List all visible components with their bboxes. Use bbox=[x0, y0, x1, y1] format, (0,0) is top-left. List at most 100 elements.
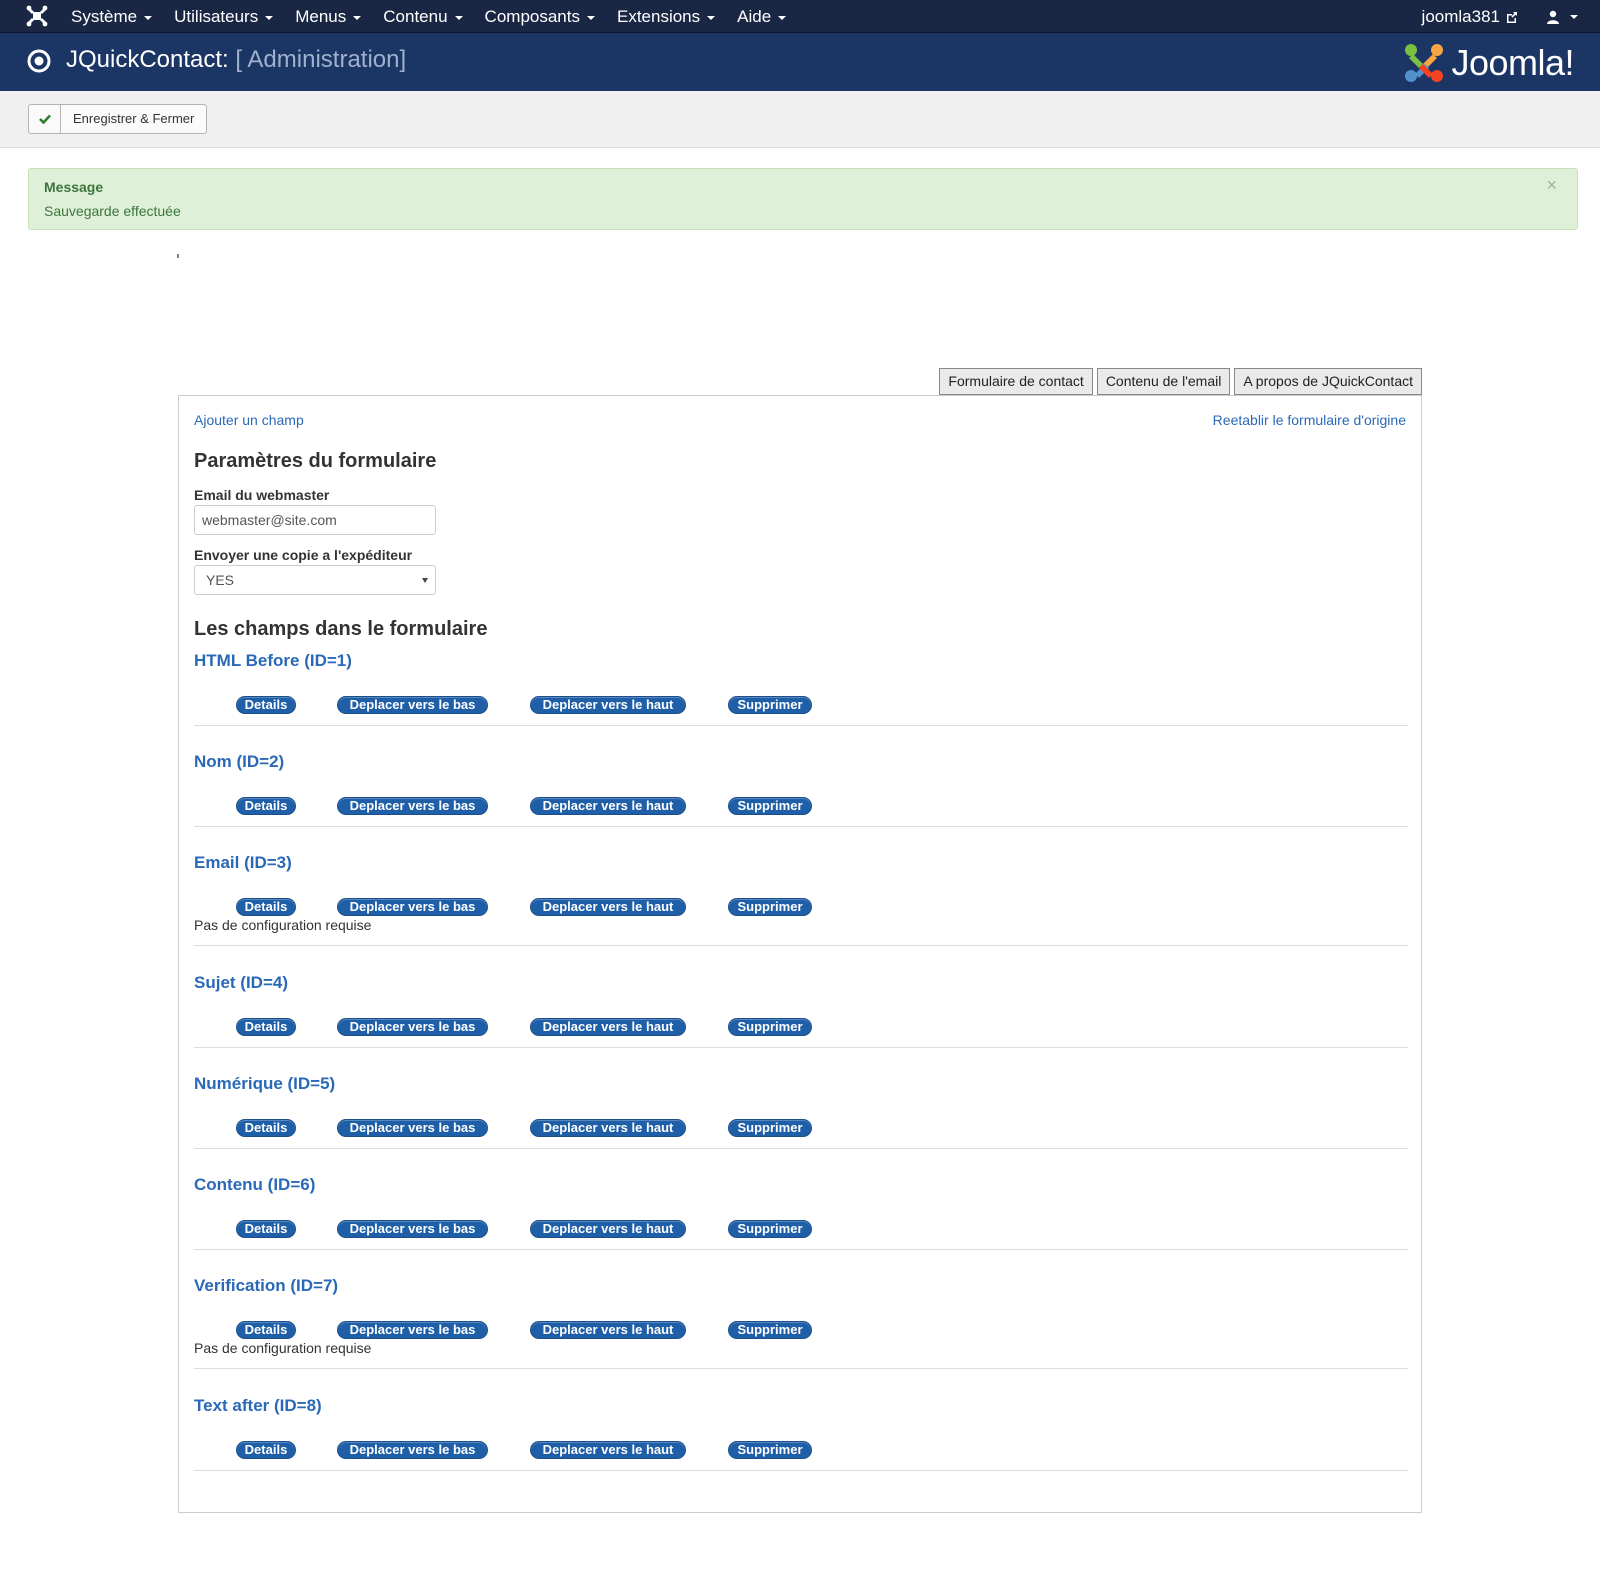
chevron-down-icon bbox=[586, 15, 595, 20]
nav-aide-label: Aide bbox=[737, 7, 772, 26]
save-close-button[interactable]: Enregistrer & Fermer bbox=[28, 104, 208, 134]
chevron-down-icon bbox=[422, 578, 428, 583]
move-down-button[interactable]: Deplacer vers le bas bbox=[337, 797, 488, 815]
nav-utilisateurs[interactable]: Utilisateurs bbox=[163, 0, 284, 33]
navbar-right: joomla381 bbox=[1422, 0, 1578, 33]
joomla-logo: Joomla! bbox=[1403, 41, 1574, 85]
delete-button[interactable]: Supprimer bbox=[728, 1321, 812, 1339]
site-name: joomla381 bbox=[1421, 6, 1500, 26]
field-title[interactable]: Verification (ID=7) bbox=[194, 1276, 338, 1296]
field-note: Pas de configuration requise bbox=[194, 917, 372, 933]
joomla-logo-icon bbox=[1405, 44, 1444, 82]
nav-menus-label: Menus bbox=[295, 7, 347, 26]
site-link[interactable]: joomla381 bbox=[1422, 7, 1518, 27]
delete-button[interactable]: Supprimer bbox=[728, 1441, 812, 1459]
success-message: Message Sauvegarde effectuée × bbox=[28, 168, 1578, 230]
delete-button[interactable]: Supprimer bbox=[728, 1018, 812, 1036]
nav-contenu-label: Contenu bbox=[383, 7, 448, 26]
field-divider bbox=[194, 826, 1408, 827]
nav-aide[interactable]: Aide bbox=[726, 0, 797, 33]
field-title[interactable]: Email (ID=3) bbox=[194, 853, 292, 873]
send-copy-select[interactable]: YES bbox=[194, 565, 436, 595]
field-title[interactable]: Text after (ID=8) bbox=[194, 1396, 322, 1416]
field-divider bbox=[194, 1470, 1408, 1471]
chevron-down-icon bbox=[265, 15, 274, 20]
move-up-button[interactable]: Deplacer vers le haut bbox=[530, 898, 686, 916]
move-down-button[interactable]: Deplacer vers le bas bbox=[337, 1441, 488, 1459]
details-button[interactable]: Details bbox=[236, 1321, 296, 1339]
details-button[interactable]: Details bbox=[236, 1119, 296, 1137]
nav-extensions[interactable]: Extensions bbox=[606, 0, 726, 33]
external-link-icon bbox=[1507, 11, 1517, 23]
form-params-heading: Paramètres du formulaire bbox=[194, 450, 437, 472]
field-note: Pas de configuration requise bbox=[194, 1340, 372, 1356]
nav-menus[interactable]: Menus bbox=[284, 0, 372, 33]
details-button[interactable]: Details bbox=[236, 1441, 296, 1459]
details-button[interactable]: Details bbox=[236, 1220, 296, 1238]
move-down-button[interactable]: Deplacer vers le bas bbox=[337, 1018, 488, 1036]
chevron-down-icon bbox=[353, 15, 362, 20]
move-down-button[interactable]: Deplacer vers le bas bbox=[337, 898, 488, 916]
field-title[interactable]: Sujet (ID=4) bbox=[194, 973, 288, 993]
top-navbar: Système Utilisateurs Menus Contenu Composant… bbox=[0, 0, 1600, 33]
details-button[interactable]: Details bbox=[236, 797, 296, 815]
nav-contenu[interactable]: Contenu bbox=[372, 0, 473, 33]
nav-composants[interactable]: Composants bbox=[474, 0, 606, 33]
add-field-link[interactable]: Ajouter un champ bbox=[194, 412, 304, 428]
chevron-down-icon bbox=[1570, 14, 1578, 19]
move-up-button[interactable]: Deplacer vers le haut bbox=[530, 1018, 686, 1036]
main-menu: Système Utilisateurs Menus Contenu Composant… bbox=[60, 0, 797, 33]
nav-systeme-label: Système bbox=[71, 7, 138, 26]
move-down-button[interactable]: Deplacer vers le bas bbox=[337, 1119, 488, 1137]
save-close-label: Enregistrer & Fermer bbox=[73, 111, 195, 126]
move-up-button[interactable]: Deplacer vers le haut bbox=[530, 1220, 686, 1238]
joomla-wordmark: Joomla! bbox=[1451, 42, 1574, 83]
tab-contenu-email[interactable]: Contenu de l'email bbox=[1096, 368, 1231, 395]
move-down-button[interactable]: Deplacer vers le bas bbox=[337, 1220, 488, 1238]
nav-extensions-label: Extensions bbox=[616, 7, 701, 26]
webmaster-email-label: Email du webmaster bbox=[194, 487, 330, 503]
user-menu[interactable] bbox=[1546, 10, 1578, 24]
field-divider bbox=[194, 725, 1408, 726]
chevron-down-icon bbox=[707, 15, 716, 20]
page-title-main: JQuickContact: bbox=[66, 46, 229, 73]
delete-button[interactable]: Supprimer bbox=[728, 797, 812, 815]
joomla-menu-icon[interactable] bbox=[26, 5, 48, 27]
delete-button[interactable]: Supprimer bbox=[728, 1119, 812, 1137]
field-title[interactable]: HTML Before (ID=1) bbox=[194, 651, 352, 671]
move-up-button[interactable]: Deplacer vers le haut bbox=[530, 797, 686, 815]
field-divider bbox=[194, 945, 1408, 946]
nav-composants-label: Composants bbox=[484, 7, 580, 26]
form-panel: Ajouter un champ Reetablir le formulaire… bbox=[178, 395, 1422, 1513]
move-down-button[interactable]: Deplacer vers le bas bbox=[337, 1321, 488, 1339]
field-divider bbox=[194, 1368, 1408, 1369]
send-copy-value: YES bbox=[206, 572, 235, 588]
toolbar: Enregistrer & Fermer bbox=[0, 91, 1600, 148]
close-icon[interactable]: × bbox=[1546, 175, 1557, 196]
user-icon bbox=[1547, 10, 1559, 24]
nav-utilisateurs-label: Utilisateurs bbox=[174, 7, 259, 26]
details-button[interactable]: Details bbox=[236, 696, 296, 714]
delete-button[interactable]: Supprimer bbox=[728, 696, 812, 714]
field-title[interactable]: Nom (ID=2) bbox=[194, 752, 284, 772]
move-up-button[interactable]: Deplacer vers le haut bbox=[530, 696, 686, 714]
tab-a-propos[interactable]: A propos de JQuickContact bbox=[1234, 368, 1422, 395]
move-up-button[interactable]: Deplacer vers le haut bbox=[530, 1441, 686, 1459]
webmaster-email-input[interactable] bbox=[194, 505, 436, 535]
delete-button[interactable]: Supprimer bbox=[728, 1220, 812, 1238]
field-divider bbox=[194, 1249, 1408, 1250]
details-button[interactable]: Details bbox=[236, 898, 296, 916]
reset-form-link[interactable]: Reetablir le formulaire d'origine bbox=[1213, 412, 1406, 428]
delete-button[interactable]: Supprimer bbox=[728, 898, 812, 916]
form-fields-heading: Les champs dans le formulaire bbox=[194, 618, 488, 640]
send-copy-label: Envoyer une copie a l'expéditeur bbox=[194, 547, 413, 563]
tab-formulaire-contact[interactable]: Formulaire de contact bbox=[939, 368, 1093, 395]
move-up-button[interactable]: Deplacer vers le haut bbox=[530, 1119, 686, 1137]
details-button[interactable]: Details bbox=[236, 1018, 296, 1036]
field-divider bbox=[194, 1148, 1408, 1149]
field-title[interactable]: Contenu (ID=6) bbox=[194, 1175, 315, 1195]
field-title[interactable]: Numérique (ID=5) bbox=[194, 1074, 335, 1094]
move-up-button[interactable]: Deplacer vers le haut bbox=[530, 1321, 686, 1339]
nav-systeme[interactable]: Système bbox=[60, 0, 163, 33]
move-down-button[interactable]: Deplacer vers le bas bbox=[337, 696, 488, 714]
